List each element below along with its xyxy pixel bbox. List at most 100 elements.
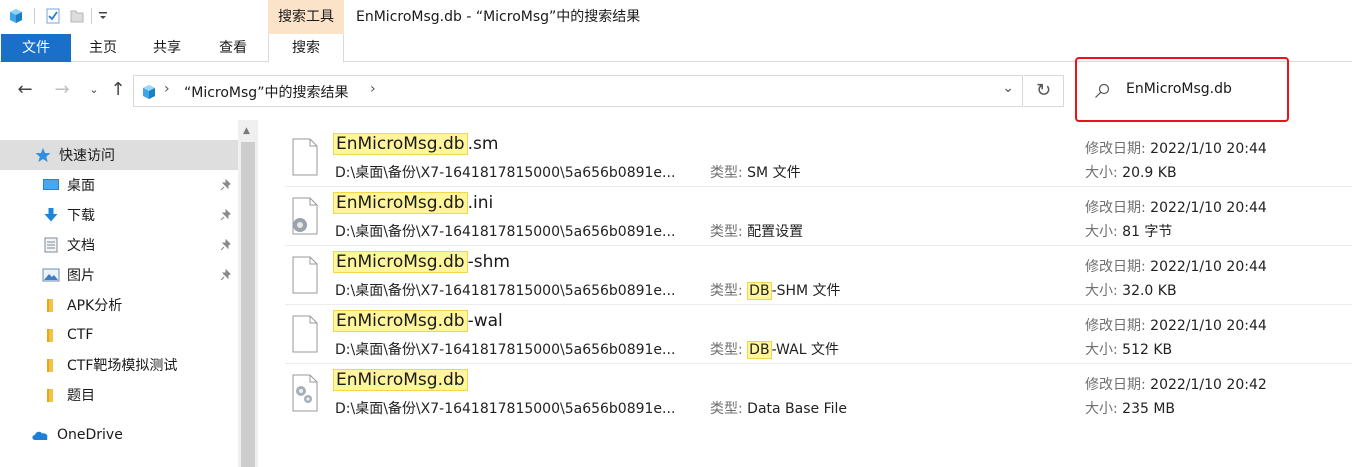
sidebar-item-label: 快速访问 [59,148,115,164]
pin-icon[interactable] [220,269,232,281]
address-dropdown-chevron-icon[interactable]: ⌄ [1002,80,1014,96]
quick-access-toolbar [8,6,108,26]
forward-arrow-icon[interactable]: → [50,78,74,102]
blank-file-icon [292,138,318,176]
navigation-pane: 快速访问 桌面 下载 文档 图片 APK分析 CTF CTF靶场模拟测试 题目 … [0,120,238,467]
pictures-icon [42,268,60,282]
file-type: 类型: DB -WAL 文件 [710,341,839,359]
scrollbar-thumb[interactable] [241,142,255,467]
system-file-icon [292,374,318,412]
file-path: D:\桌面\备份\X7-1641817815000\5a656b0891e... [335,401,676,417]
sidebar-item-onedrive[interactable]: OneDrive [0,420,238,450]
name-match-highlight: EnMicroMsg.db [333,369,468,391]
context-tab-group-label: 搜索工具 [268,0,344,34]
sidebar-item-label: 题目 [67,388,95,404]
file-path: D:\桌面\备份\X7-1641817815000\5a656b0891e... [335,283,676,299]
folder-icon [47,329,53,342]
type-match-highlight: DB [747,282,772,300]
file-path: D:\桌面\备份\X7-1641817815000\5a656b0891e... [335,165,676,181]
refresh-icon[interactable]: ↻ [1024,75,1064,107]
result-row[interactable]: EnMicroMsg.db -wal D:\桌面\备份\X7-1641817815… [285,305,1352,364]
name-match-highlight: EnMicroMsg.db [333,310,468,332]
file-size: 大小: 81 字节 [1085,224,1173,240]
sidebar-scrollbar[interactable]: ▲ [238,120,258,467]
file-size: 大小: 235 MB [1085,401,1176,417]
breadcrumb-location[interactable]: “MicroMsg”中的搜索结果 [184,82,348,102]
file-name[interactable]: EnMicroMsg.db -wal [333,310,503,332]
folder-icon [47,299,53,312]
blank-file-icon [292,256,318,294]
file-name[interactable]: EnMicroMsg.db .ini [333,192,494,214]
documents-icon [44,237,58,253]
up-arrow-icon[interactable]: ↑ [106,78,130,102]
sidebar-item-label: 桌面 [67,178,95,194]
sidebar-item-documents[interactable]: 文档 [0,230,238,260]
tab-search[interactable]: 搜索 [268,34,344,63]
customize-qa-icon[interactable] [91,8,92,24]
tab-home[interactable]: 主页 [74,34,132,62]
name-suffix: .sm [467,134,499,154]
file-name[interactable]: EnMicroMsg.db -shm [333,251,510,273]
pin-icon[interactable] [220,209,232,221]
search-results-cube-icon [143,85,155,99]
file-modified: 修改日期: 2022/1/10 20:44 [1085,318,1267,334]
sidebar-item-apk-analysis[interactable]: APK分析 [0,290,238,320]
file-size: 大小: 512 KB [1085,342,1173,358]
tab-view[interactable]: 查看 [203,34,263,62]
title-bar: 搜索工具 EnMicroMsg.db - “MicroMsg”中的搜索结果 [0,0,1352,34]
sidebar-item-ctf-range[interactable]: CTF靶场模拟测试 [0,350,238,380]
download-icon [44,208,58,222]
scroll-up-arrow-icon[interactable]: ▲ [243,126,250,136]
pin-icon[interactable] [220,179,232,191]
star-icon [35,148,51,162]
sidebar-item-downloads[interactable]: 下载 [0,200,238,230]
chevron-down-icon[interactable] [98,11,108,21]
name-suffix: -wal [467,311,503,331]
explorer-cube-icon [10,9,22,23]
tab-share[interactable]: 共享 [138,34,196,62]
name-match-highlight: EnMicroMsg.db [333,251,468,273]
file-modified: 修改日期: 2022/1/10 20:44 [1085,200,1267,216]
name-match-highlight: EnMicroMsg.db [333,133,468,155]
file-size: 大小: 32.0 KB [1085,283,1177,299]
result-row[interactable]: EnMicroMsg.db .sm D:\桌面\备份\X7-16418178150… [285,128,1352,187]
file-type: 类型: DB -SHM 文件 [710,282,841,300]
recent-locations-chevron-icon[interactable]: ⌄ [82,78,106,102]
blank-file-icon [292,315,318,353]
result-row[interactable]: EnMicroMsg.db -shm D:\桌面\备份\X7-1641817815… [285,246,1352,305]
sidebar-item-label: 文档 [67,238,95,254]
name-match-highlight: EnMicroMsg.db [333,192,468,214]
sidebar-item-label: CTF靶场模拟测试 [67,358,178,374]
breadcrumb-chevron-icon[interactable]: › [370,81,376,97]
file-modified: 修改日期: 2022/1/10 20:44 [1085,141,1267,157]
sidebar-item-label: 图片 [67,268,95,284]
result-row[interactable]: EnMicroMsg.db D:\桌面\备份\X7-1641817815000\… [285,364,1352,423]
separator [34,8,35,24]
file-name[interactable]: EnMicroMsg.db .sm [333,133,499,155]
file-name[interactable]: EnMicroMsg.db [333,369,468,391]
file-path: D:\桌面\备份\X7-1641817815000\5a656b0891e... [335,342,676,358]
properties-check-icon[interactable] [45,8,61,24]
sidebar-item-desktop[interactable]: 桌面 [0,170,238,200]
config-file-icon [292,197,318,235]
sidebar-item-label: OneDrive [57,427,123,443]
sidebar-item-pictures[interactable]: 图片 [0,260,238,290]
back-arrow-icon[interactable]: ← [13,78,37,102]
new-folder-icon[interactable] [69,8,85,24]
file-modified: 修改日期: 2022/1/10 20:44 [1085,259,1267,275]
pin-icon[interactable] [220,239,232,251]
address-bar[interactable]: › “MicroMsg”中的搜索结果 › ⌄ [133,75,1023,107]
window-title: EnMicroMsg.db - “MicroMsg”中的搜索结果 [356,9,641,25]
sidebar-item-ctf[interactable]: CTF [0,320,238,350]
name-suffix: .ini [467,193,494,213]
sidebar-item-topics[interactable]: 题目 [0,380,238,410]
result-row[interactable]: EnMicroMsg.db .ini D:\桌面\备份\X7-1641817815… [285,187,1352,246]
tab-file[interactable]: 文件 [1,34,71,62]
file-type: 类型: Data Base File [710,401,848,417]
file-modified: 修改日期: 2022/1/10 20:42 [1085,377,1267,393]
file-type: 类型: 配置设置 [710,224,804,240]
sidebar-item-quick-access[interactable]: 快速访问 [0,140,238,170]
desktop-icon [43,179,59,190]
folder-icon [47,389,53,402]
breadcrumb-chevron-icon[interactable]: › [164,81,170,97]
